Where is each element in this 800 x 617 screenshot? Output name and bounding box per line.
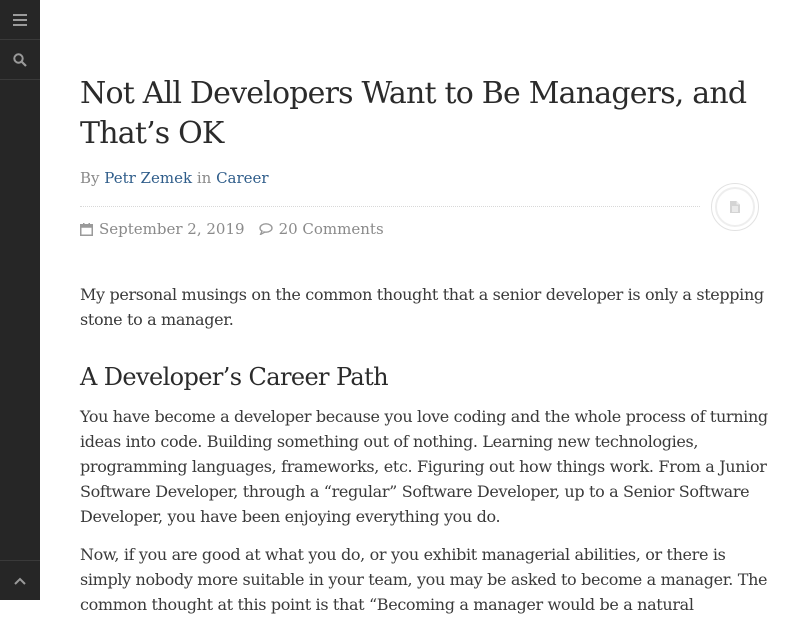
post-meta: September 2, 2019 20 Comments bbox=[80, 218, 384, 240]
back-to-top-button[interactable] bbox=[0, 560, 40, 600]
calendar-icon bbox=[80, 222, 93, 236]
meta-divider bbox=[80, 206, 700, 207]
post-article: Not All Developers Want to Be Managers, … bbox=[80, 0, 770, 614]
menu-button[interactable] bbox=[0, 0, 40, 40]
byline-by: By bbox=[80, 169, 100, 187]
intro-paragraph: My personal musings on the common though… bbox=[80, 285, 764, 329]
post-date[interactable]: September 2, 2019 bbox=[99, 218, 245, 240]
body-paragraph-2: Now, if you are good at what you do, or … bbox=[80, 545, 768, 614]
byline-in: in bbox=[196, 169, 212, 187]
search-icon bbox=[13, 52, 27, 67]
comment-icon bbox=[258, 223, 273, 235]
category-link[interactable]: Career bbox=[216, 169, 269, 187]
chevron-up-icon bbox=[14, 577, 26, 585]
post-title: Not All Developers Want to Be Managers, … bbox=[80, 76, 747, 151]
sidebar bbox=[0, 0, 40, 600]
search-button[interactable] bbox=[0, 40, 40, 80]
hamburger-icon bbox=[13, 13, 27, 26]
body-paragraph-1: You have become a developer because you … bbox=[80, 407, 768, 526]
author-link[interactable]: Petr Zemek bbox=[104, 169, 192, 187]
document-icon bbox=[730, 201, 740, 213]
post-format-badge bbox=[711, 183, 759, 231]
post-intro: My personal musings on the common though… bbox=[80, 282, 770, 332]
section-heading: A Developer’s Career Path bbox=[80, 363, 389, 391]
post-byline: By Petr Zemek in Career bbox=[80, 167, 269, 189]
comments-link[interactable]: 20 Comments bbox=[279, 218, 384, 240]
